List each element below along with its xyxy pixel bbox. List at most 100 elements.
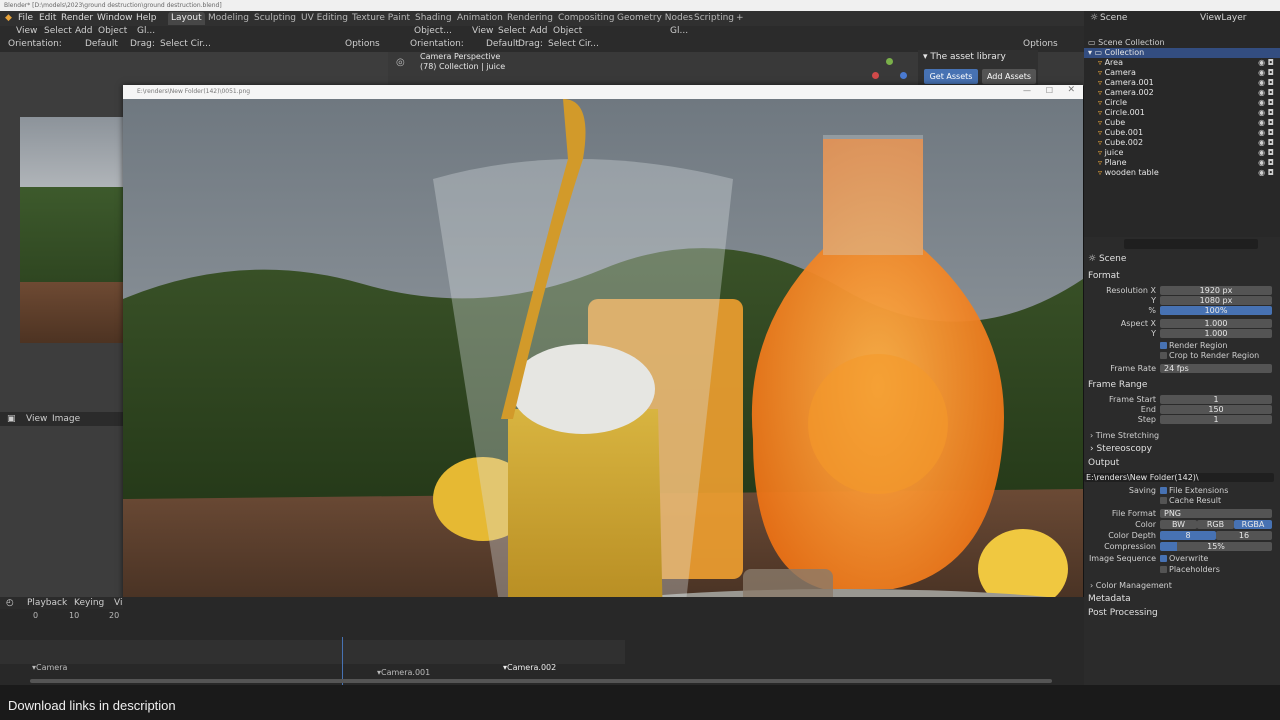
file-format-select[interactable]: PNG [1160, 509, 1272, 518]
color-rgb-button[interactable]: RGB [1197, 520, 1234, 529]
visibility-icon[interactable]: ◉ ◘ [1258, 98, 1274, 108]
left-add-menu[interactable]: Add [75, 26, 92, 36]
add-workspace-icon[interactable]: + [733, 12, 747, 25]
visibility-icon[interactable]: ◉ ◘ [1258, 108, 1274, 118]
tab-compositing[interactable]: Compositing [555, 12, 617, 25]
overwrite-checkbox[interactable]: Overwrite [1160, 554, 1208, 563]
marker-camera-001[interactable]: ▾Camera.001 [377, 668, 430, 677]
blender-logo-icon[interactable]: ◆ [5, 11, 12, 26]
file-extensions-checkbox[interactable]: File Extensions [1160, 486, 1228, 495]
tab-modeling[interactable]: Modeling [205, 12, 252, 25]
playback-menu[interactable]: Playback [27, 598, 67, 608]
right-orientation-select[interactable]: Default [486, 39, 519, 49]
menu-help[interactable]: Help [136, 11, 157, 26]
right-select-menu[interactable]: Select [498, 26, 526, 36]
resolution-y-field[interactable]: 1080 px [1160, 296, 1272, 305]
aspect-y-field[interactable]: 1.000 [1160, 329, 1272, 338]
tab-geometry-nodes[interactable]: Geometry Nodes [614, 12, 696, 25]
visibility-icon[interactable]: ◉ ◘ [1258, 78, 1274, 88]
menu-edit[interactable]: Edit [39, 11, 56, 26]
view-layer-selector[interactable]: ViewLayer [1200, 13, 1246, 23]
tab-rendering[interactable]: Rendering [504, 12, 556, 25]
left-view-menu[interactable]: View [16, 26, 37, 36]
color-rgba-button[interactable]: RGBA [1234, 520, 1272, 529]
timeline-scrollbar[interactable] [30, 679, 1052, 683]
object-mode-select[interactable]: Object... [414, 26, 452, 36]
left-select-menu[interactable]: Select [44, 26, 72, 36]
frame-step-field[interactable]: 1 [1160, 415, 1272, 424]
frame-start-field[interactable]: 1 [1160, 395, 1272, 404]
depth-8-button[interactable]: 8 [1160, 531, 1216, 540]
tab-scripting[interactable]: Scripting [691, 12, 737, 25]
frame-range-section[interactable]: Frame Range [1088, 380, 1147, 390]
visibility-icon[interactable]: ◉ ◘ [1258, 158, 1274, 168]
render-region-checkbox[interactable]: Render Region [1160, 341, 1227, 350]
stereoscopy-section[interactable]: › Stereoscopy [1090, 444, 1152, 454]
outliner-row[interactable]: ▿ Camera ◉ ◘ [1084, 68, 1280, 78]
outliner-row[interactable]: ▿ Cube.001 ◉ ◘ [1084, 128, 1280, 138]
depth-16-button[interactable]: 16 [1216, 531, 1272, 540]
metadata-section[interactable]: Metadata [1088, 594, 1131, 604]
frame-end-field[interactable]: 150 [1160, 405, 1272, 414]
image-image-menu[interactable]: Image [52, 414, 80, 424]
marker-camera-002[interactable]: ▾Camera.002 [503, 663, 556, 672]
crop-region-checkbox[interactable]: Crop to Render Region [1160, 351, 1259, 360]
minimize-icon[interactable]: — [1023, 86, 1031, 95]
render-image-window[interactable]: E:\renders\New Folder(142)\0051.png — ☐ … [123, 85, 1083, 640]
scene-collection-row[interactable]: ▭ Scene Collection [1084, 38, 1280, 48]
left-object-menu[interactable]: Object [98, 26, 127, 36]
visibility-icon[interactable]: ◉ ◘ [1258, 58, 1274, 68]
left-gizmo-select[interactable]: Gl... [137, 26, 155, 36]
playhead[interactable] [342, 637, 343, 685]
placeholders-checkbox[interactable]: Placeholders [1160, 565, 1220, 574]
resolution-x-field[interactable]: 1920 px [1160, 286, 1272, 295]
outliner-row[interactable]: ▿ Plane ◉ ◘ [1084, 158, 1280, 168]
tab-sculpting[interactable]: Sculpting [251, 12, 299, 25]
menu-window[interactable]: Window [97, 11, 133, 26]
visibility-icon[interactable]: ◉ ◘ [1258, 148, 1274, 158]
collection-row[interactable]: ▾ ▭ Collection [1084, 48, 1280, 58]
visibility-icon[interactable]: ◉ ◘ [1258, 138, 1274, 148]
output-section[interactable]: Output [1088, 458, 1119, 468]
outliner-row[interactable]: ▿ wooden table ◉ ◘ [1084, 168, 1280, 178]
aspect-x-field[interactable]: 1.000 [1160, 319, 1272, 328]
left-options-menu[interactable]: Options [345, 39, 380, 49]
image-editor-icon[interactable]: ▣ [7, 414, 16, 424]
time-stretching-section[interactable]: › Time Stretching [1090, 431, 1159, 440]
scene-selector[interactable]: Scene [1100, 13, 1127, 23]
tab-texture-paint[interactable]: Texture Paint [349, 12, 413, 25]
outliner-row[interactable]: ▿ juice ◉ ◘ [1084, 148, 1280, 158]
resolution-pct-slider[interactable]: 100% [1160, 306, 1272, 315]
post-processing-section[interactable]: Post Processing [1088, 608, 1158, 618]
visibility-icon[interactable]: ◉ ◘ [1258, 88, 1274, 98]
outliner-row[interactable]: ▿ Area ◉ ◘ [1084, 58, 1280, 68]
get-assets-button[interactable]: Get Assets [924, 69, 978, 84]
format-section[interactable]: Format [1088, 271, 1120, 281]
outliner-row[interactable]: ▿ Circle ◉ ◘ [1084, 98, 1280, 108]
close-icon[interactable]: ✕ [1067, 85, 1075, 95]
right-add-menu[interactable]: Add [530, 26, 547, 36]
scene-icon[interactable]: ☼ [1090, 13, 1098, 23]
add-assets-button[interactable]: Add Assets [982, 69, 1036, 84]
right-options-menu[interactable]: Options [1023, 39, 1058, 49]
right-drag-select[interactable]: Select Cir... [548, 39, 599, 49]
frame-rate-select[interactable]: 24 fps [1160, 364, 1272, 373]
right-view-menu[interactable]: View [472, 26, 493, 36]
tab-uv-editing[interactable]: UV Editing [298, 12, 351, 25]
color-management-section[interactable]: › Color Management [1090, 581, 1172, 590]
tab-shading[interactable]: Shading [412, 12, 455, 25]
outliner-row[interactable]: ▿ Camera.001 ◉ ◘ [1084, 78, 1280, 88]
visibility-icon[interactable]: ◉ ◘ [1258, 68, 1274, 78]
visibility-icon[interactable]: ◉ ◘ [1258, 118, 1274, 128]
cache-result-checkbox[interactable]: Cache Result [1160, 496, 1221, 505]
left-drag-select[interactable]: Select Cir... [160, 39, 211, 49]
menu-render[interactable]: Render [61, 11, 93, 26]
marker-camera[interactable]: ▾Camera [32, 663, 67, 672]
left-orientation-select[interactable]: Default [85, 39, 118, 49]
camera-icon[interactable]: ◎ [396, 57, 405, 68]
keying-menu[interactable]: Keying [74, 598, 104, 608]
outliner-row[interactable]: ▿ Cube.002 ◉ ◘ [1084, 138, 1280, 148]
outliner-row[interactable]: ▿ Circle.001 ◉ ◘ [1084, 108, 1280, 118]
compression-slider[interactable]: 15% [1160, 542, 1272, 551]
timeline-view-menu[interactable]: Vi [114, 598, 122, 608]
